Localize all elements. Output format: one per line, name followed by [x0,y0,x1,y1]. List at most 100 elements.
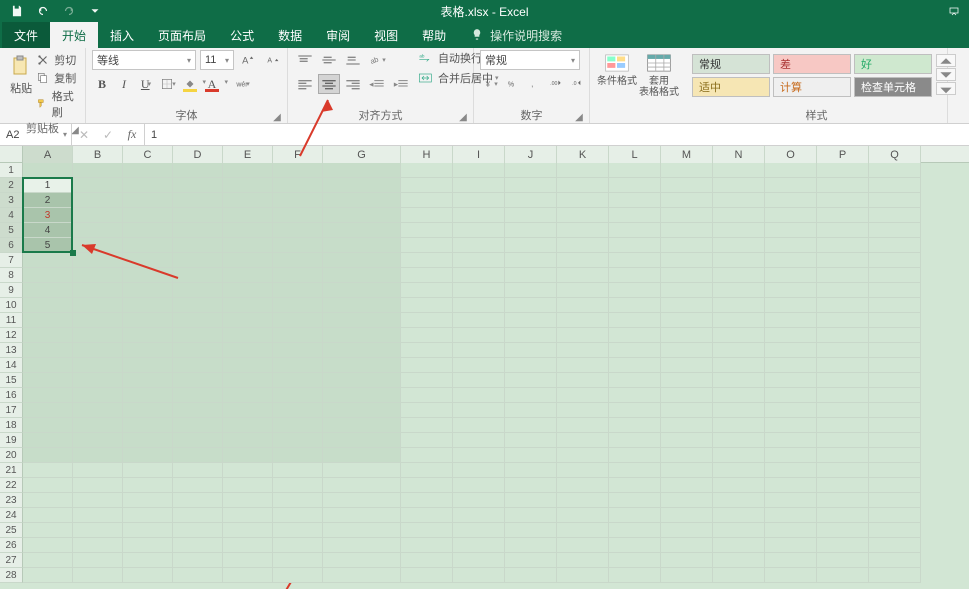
cell[interactable] [869,433,921,448]
cell[interactable] [869,478,921,493]
col-header-D[interactable]: D [173,146,223,163]
cell[interactable] [223,568,273,583]
cell[interactable] [401,328,453,343]
cell[interactable] [453,313,505,328]
cell[interactable] [73,448,123,463]
row-header[interactable]: 20 [0,448,23,463]
fx-icon[interactable]: fx [120,127,144,142]
cell[interactable] [23,463,73,478]
cell[interactable] [661,268,713,283]
cell[interactable] [223,373,273,388]
number-format-combo[interactable]: 常规▾ [480,50,580,70]
cell[interactable] [323,208,401,223]
cell[interactable] [505,508,557,523]
cell[interactable] [273,523,323,538]
cell[interactable] [557,478,609,493]
cell[interactable] [557,493,609,508]
cell[interactable] [323,553,401,568]
cell[interactable] [817,388,869,403]
col-header-Q[interactable]: Q [869,146,921,163]
cell[interactable] [453,328,505,343]
cell[interactable] [401,463,453,478]
cell[interactable] [123,403,173,418]
row-header[interactable]: 8 [0,268,23,283]
percent-format-button[interactable]: % [502,74,522,94]
cell[interactable] [223,178,273,193]
cell[interactable] [453,238,505,253]
cell[interactable] [401,313,453,328]
cell[interactable] [869,493,921,508]
cell[interactable] [273,178,323,193]
cell[interactable] [817,328,869,343]
cell[interactable] [123,388,173,403]
chevron-down-icon[interactable]: ▾ [63,130,67,139]
cell[interactable] [73,223,123,238]
cell[interactable] [505,448,557,463]
cell[interactable] [123,538,173,553]
cell[interactable] [453,448,505,463]
cell[interactable] [223,268,273,283]
cell[interactable] [765,433,817,448]
row-header[interactable]: 21 [0,463,23,478]
cell[interactable] [505,178,557,193]
cell[interactable] [173,373,223,388]
cell[interactable] [713,253,765,268]
cell[interactable] [505,298,557,313]
cell[interactable] [765,178,817,193]
row-header[interactable]: 9 [0,283,23,298]
cell[interactable] [713,358,765,373]
cell[interactable] [401,568,453,583]
cell[interactable] [123,358,173,373]
cell[interactable] [173,328,223,343]
style-check[interactable]: 检查单元格 [854,77,932,97]
cell[interactable] [273,463,323,478]
cell[interactable] [23,283,73,298]
cell[interactable] [173,493,223,508]
format-as-table-button[interactable]: 套用 表格格式 [638,50,680,98]
align-top-button[interactable] [294,50,316,70]
phonetic-button[interactable]: wén▾ [232,74,252,94]
cell[interactable] [73,343,123,358]
cell[interactable] [713,403,765,418]
cell[interactable] [661,553,713,568]
cell[interactable] [817,208,869,223]
cell[interactable] [173,238,223,253]
align-middle-button[interactable] [318,50,340,70]
cell[interactable] [401,433,453,448]
cell[interactable] [401,373,453,388]
cell[interactable] [401,238,453,253]
cell[interactable] [661,403,713,418]
cell[interactable] [123,523,173,538]
cell[interactable] [661,448,713,463]
cell[interactable] [401,268,453,283]
cell[interactable] [661,418,713,433]
cell[interactable] [453,373,505,388]
cell[interactable] [273,328,323,343]
cell[interactable] [505,328,557,343]
cell[interactable] [401,178,453,193]
cell-styles-gallery[interactable]: 常规 差 好 适中 计算 检查单元格 [692,50,932,97]
cell[interactable] [323,298,401,313]
cell[interactable] [713,463,765,478]
cell[interactable] [869,208,921,223]
cell[interactable] [73,253,123,268]
cell[interactable] [223,298,273,313]
cell[interactable] [453,178,505,193]
cell[interactable] [173,448,223,463]
cell[interactable] [173,163,223,178]
cell[interactable] [123,373,173,388]
cell[interactable] [817,283,869,298]
cell[interactable] [713,493,765,508]
cell[interactable] [713,388,765,403]
cell[interactable] [173,298,223,313]
cell[interactable] [73,538,123,553]
cell[interactable] [323,238,401,253]
cell[interactable] [765,493,817,508]
cell[interactable] [609,163,661,178]
cell[interactable] [123,343,173,358]
cell[interactable] [401,253,453,268]
cell[interactable] [23,418,73,433]
cell[interactable] [453,403,505,418]
cell[interactable] [453,208,505,223]
cell[interactable] [817,343,869,358]
